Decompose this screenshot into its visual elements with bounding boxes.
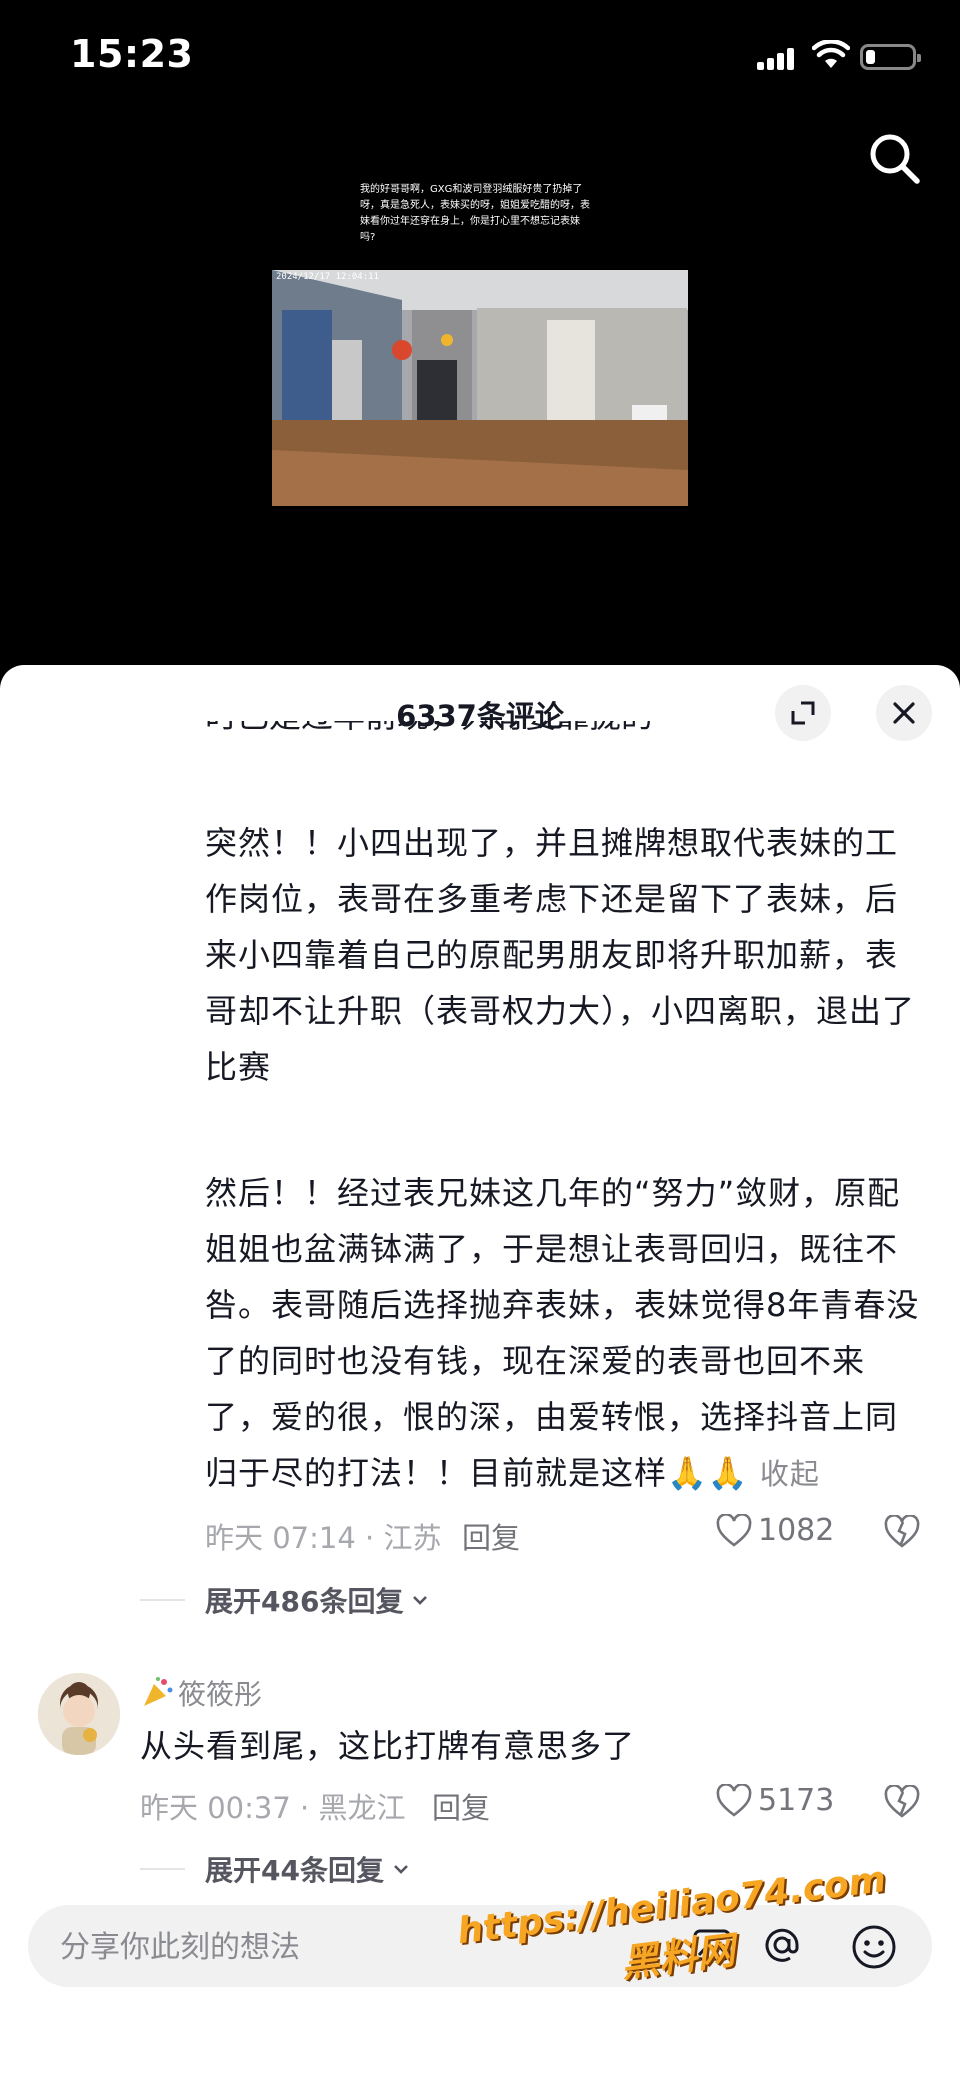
username: 筱筱彤 (178, 1678, 263, 1711)
comments-sheet: 6337条评论 时已是过年前现，只有要靠拢的 突然！！小四出现了，并且摊牌想取代… (0, 665, 960, 2078)
like-count: 5173 (758, 1783, 835, 1818)
expand-replies-label: 展开44条回复 (205, 1854, 384, 1887)
comment-meta: 昨天 07:14 · 江苏 (205, 1521, 442, 1555)
expand-replies-button[interactable]: 展开44条回复 (140, 1849, 412, 1889)
reply-button[interactable]: 回复 (462, 1515, 520, 1557)
emoji: 🙏🙏 (667, 1454, 749, 1492)
dislike-icon[interactable] (884, 1515, 920, 1549)
like-button[interactable]: 5173 (716, 1783, 834, 1818)
video-timestamp: 2024/12/17 12:04:11 (276, 272, 379, 282)
wifi-icon (812, 40, 850, 68)
expand-replies-button[interactable]: 展开486条回复 (140, 1580, 431, 1620)
comment-clipped-line: 时已是过年前现，只有要靠拢的 (205, 721, 925, 747)
chevron-down-icon (413, 1596, 428, 1605)
status-time: 15:23 (70, 32, 194, 76)
reply-button[interactable]: 回复 (432, 1785, 490, 1827)
cellular-signal-icon (757, 48, 799, 70)
avatar[interactable] (38, 1673, 120, 1755)
divider (140, 1868, 185, 1870)
collapse-link[interactable]: 收起 (760, 1457, 820, 1491)
comment-author[interactable]: 筱筱彤 (140, 1673, 262, 1713)
like-button[interactable]: 1082 (716, 1513, 834, 1548)
heart-icon (716, 1783, 752, 1817)
heart-icon (716, 1513, 752, 1547)
comment-meta: 昨天 00:37 · 黑龙江 (140, 1791, 406, 1825)
battery-icon (860, 44, 921, 70)
video-frame (272, 270, 688, 506)
status-bar: 15:23 (0, 0, 960, 110)
video-caption: 我的好哥哥啊，GXG和波司登羽绒服好贵了扔掉了呀，真是急死人，表妹买的呀，姐姐爱… (360, 184, 590, 243)
comment-text: 从头看到尾，这比打牌有意思多了 (140, 1727, 636, 1765)
comment-paragraph: 突然！！小四出现了，并且摊牌想取代表妹的工作岗位，表哥在多重考虑下还是留下了表妹… (205, 824, 916, 1086)
video-player[interactable]: 我的好哥哥啊，GXG和波司登羽绒服好贵了扔掉了呀，真是急死人，表妹买的呀，姐姐爱… (0, 110, 960, 670)
like-count: 1082 (758, 1513, 835, 1548)
expand-replies-label: 展开486条回复 (205, 1585, 404, 1618)
divider (140, 1599, 185, 1601)
avatar-image (38, 1673, 120, 1755)
room-scene-image (272, 270, 688, 506)
comment-paragraph: 然后！！经过表兄妹这几年的“努力”敛财，原配姐姐也盆满钵满了，于是想让表哥回归，… (205, 1174, 920, 1492)
party-popper-icon (144, 1677, 173, 1706)
chevron-down-icon (394, 1865, 408, 1874)
dislike-icon[interactable] (884, 1785, 920, 1819)
